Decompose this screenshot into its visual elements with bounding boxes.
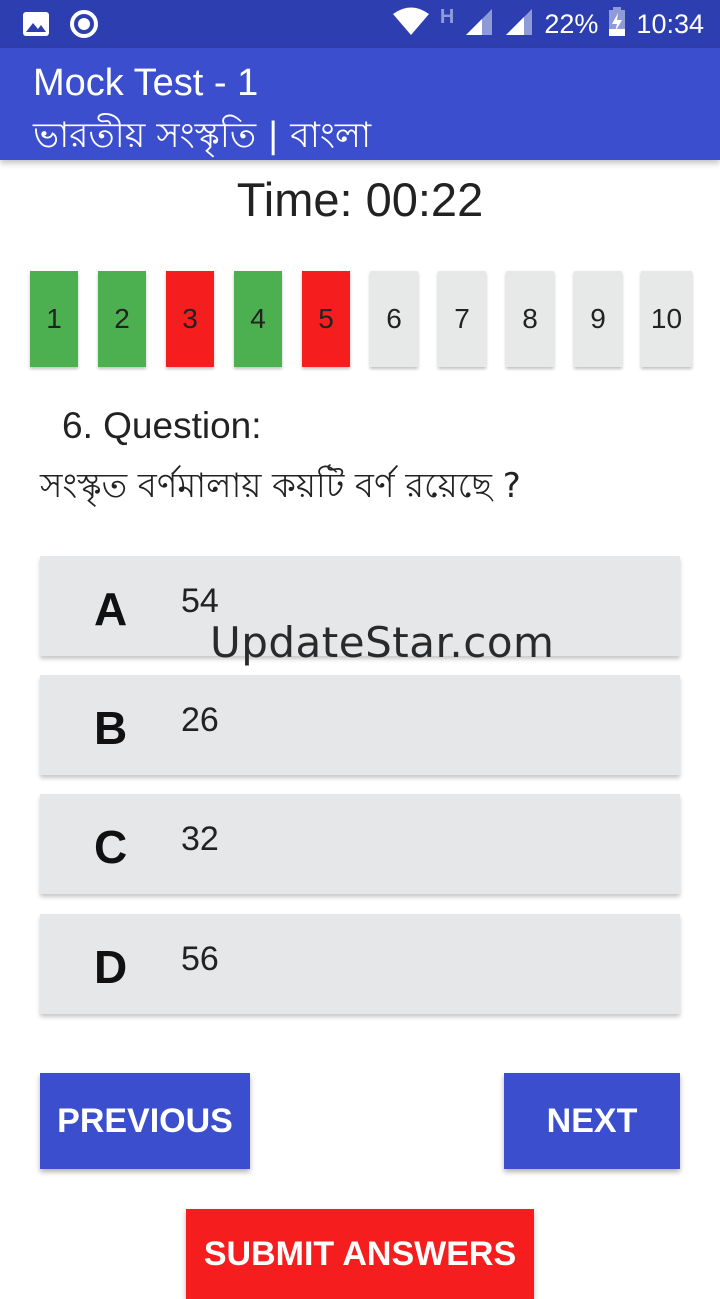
question-nav-item-10[interactable]: 10 [641,271,692,367]
option-d[interactable]: D 56 [40,914,680,1014]
app-title: Mock Test - 1 [33,62,259,104]
network-type-label: H [439,5,455,28]
option-value: 32 [181,820,219,858]
question-nav-item-9[interactable]: 9 [574,271,622,367]
timer: Time: 00:22 [236,173,484,226]
signal-icon [504,7,534,42]
option-value: 54 [181,582,219,620]
option-letter: C [94,821,128,873]
option-c[interactable]: C 32 [40,794,680,894]
option-value: 26 [181,701,219,739]
status-bar: H 22% 10:34 [0,0,720,48]
question-nav-item-8[interactable]: 8 [506,271,554,367]
question-nav-item-4[interactable]: 4 [234,271,282,367]
option-a[interactable]: A 54 [40,556,680,656]
image-icon [22,11,50,42]
question-label: 6. Question: [62,405,262,446]
wifi-icon [392,7,430,42]
question-nav-item-5[interactable]: 5 [302,271,350,367]
signal-icon [464,7,494,42]
previous-button[interactable]: PREVIOUS [40,1073,250,1169]
question-nav-item-1[interactable]: 1 [30,271,78,367]
option-letter: A [94,583,128,635]
submit-answers-button[interactable]: SUBMIT ANSWERS [186,1209,534,1299]
option-value: 56 [181,940,219,978]
question-nav-item-6[interactable]: 6 [370,271,418,367]
question-nav-item-2[interactable]: 2 [98,271,146,367]
question-nav-item-3[interactable]: 3 [166,271,214,367]
question-navigator: 1 2 3 4 5 6 7 8 9 10 [30,271,692,367]
option-b[interactable]: B 26 [40,675,680,775]
battery-charging-icon [608,6,626,42]
app-bar: Mock Test - 1 ভারতীয় সংস্কৃতি | বাংলা [0,48,720,160]
record-icon [70,10,98,43]
battery-percent: 22% [544,8,599,39]
question-text: সংস্কৃত বর্ণমালায় কয়টি বর্ণ রয়েছে ? [40,466,521,506]
clock: 10:34 [636,8,704,39]
option-letter: B [94,702,128,754]
option-letter: D [94,941,128,993]
next-button[interactable]: NEXT [504,1073,680,1169]
question-nav-item-7[interactable]: 7 [438,271,486,367]
app-subtitle: ভারতীয় সংস্কৃতি | বাংলা [33,116,372,156]
